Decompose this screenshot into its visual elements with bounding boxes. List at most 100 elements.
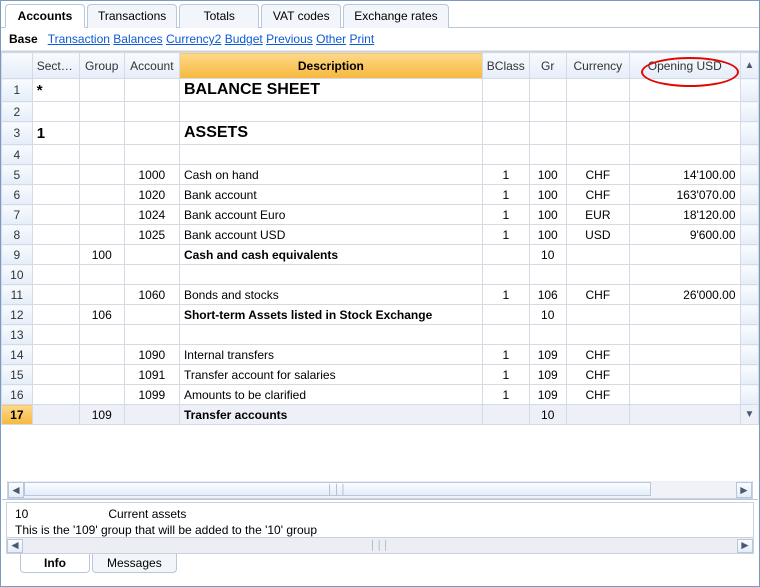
header-group[interactable]: Group [79,53,124,79]
cell-gr[interactable]: 100 [529,225,566,245]
row-number[interactable]: 17 [2,405,33,425]
cell-description[interactable]: Transfer account for salaries [179,365,482,385]
cell-section[interactable] [32,145,79,165]
cell-group[interactable] [79,365,124,385]
cell-gr[interactable] [529,325,566,345]
cell-currency[interactable] [566,245,629,265]
cell-description[interactable]: Amounts to be clarified [179,385,482,405]
cell-description[interactable]: Bank account [179,185,482,205]
cell-opening[interactable]: 14'100.00 [630,165,740,185]
vscroll-gutter[interactable] [740,245,758,265]
row-number[interactable]: 9 [2,245,33,265]
cell-bclass[interactable] [482,305,529,325]
cell-section[interactable] [32,185,79,205]
cell-opening[interactable]: 163'070.00 [630,185,740,205]
table-row[interactable]: 161099Amounts to be clarified1109CHF [2,385,759,405]
hscroll-left-arrow[interactable]: ◄ [8,482,24,498]
cell-gr[interactable]: 109 [529,365,566,385]
cell-account[interactable] [124,405,179,425]
table-row[interactable]: 13 [2,325,759,345]
vscroll-down[interactable]: ▼ [740,405,758,425]
submenu-print[interactable]: Print [349,32,374,46]
cell-section[interactable] [32,345,79,365]
vscroll-gutter[interactable] [740,225,758,245]
cell-currency[interactable]: CHF [566,345,629,365]
cell-bclass[interactable] [482,405,529,425]
cell-section[interactable] [32,165,79,185]
cell-currency[interactable] [566,145,629,165]
cell-description[interactable] [179,325,482,345]
cell-account[interactable]: 1020 [124,185,179,205]
table-row[interactable]: 71024Bank account Euro1100EUR18'120.00 [2,205,759,225]
cell-description[interactable] [179,102,482,122]
cell-group[interactable]: 100 [79,245,124,265]
cell-opening[interactable] [630,245,740,265]
cell-opening[interactable] [630,345,740,365]
table-row[interactable]: 81025Bank account USD1100USD9'600.00 [2,225,759,245]
top-tab-vat-codes[interactable]: VAT codes [261,4,341,28]
cell-group[interactable] [79,79,124,102]
cell-currency[interactable]: CHF [566,365,629,385]
cell-currency[interactable] [566,122,629,145]
info-hscroll-track[interactable]: │││ [23,539,737,553]
row-number[interactable]: 14 [2,345,33,365]
cell-gr[interactable]: 10 [529,405,566,425]
header-bclass[interactable]: BClass [482,53,529,79]
row-number[interactable]: 11 [2,285,33,305]
cell-bclass[interactable]: 1 [482,285,529,305]
header-gr[interactable]: Gr [529,53,566,79]
cell-description[interactable] [179,265,482,285]
cell-currency[interactable] [566,79,629,102]
row-number[interactable]: 3 [2,122,33,145]
top-tab-accounts[interactable]: Accounts [5,4,85,28]
cell-group[interactable] [79,345,124,365]
cell-account[interactable]: 1091 [124,365,179,385]
grid-horizontal-scrollbar[interactable]: ◄ │││ ► [7,481,753,499]
cell-description[interactable]: Cash and cash equivalents [179,245,482,265]
vscroll-gutter[interactable] [740,345,758,365]
cell-section[interactable] [32,305,79,325]
cell-gr[interactable] [529,122,566,145]
header-rownum[interactable] [2,53,33,79]
table-row[interactable]: 111060Bonds and stocks1106CHF26'000.00 [2,285,759,305]
cell-section[interactable] [32,325,79,345]
cell-section[interactable]: * [32,79,79,102]
vscroll-gutter[interactable] [740,305,758,325]
row-number[interactable]: 12 [2,305,33,325]
cell-group[interactable] [79,385,124,405]
cell-bclass[interactable] [482,245,529,265]
cell-account[interactable] [124,79,179,102]
cell-gr[interactable]: 100 [529,205,566,225]
vscroll-gutter[interactable] [740,385,758,405]
hscroll-track[interactable]: │││ [24,482,736,498]
vscroll-gutter[interactable] [740,325,758,345]
vscroll-gutter[interactable] [740,145,758,165]
cell-section[interactable] [32,205,79,225]
cell-bclass[interactable]: 1 [482,345,529,365]
top-tab-transactions[interactable]: Transactions [87,4,177,28]
cell-bclass[interactable] [482,145,529,165]
cell-group[interactable] [79,205,124,225]
table-row[interactable]: 151091Transfer account for salaries1109C… [2,365,759,385]
cell-group[interactable]: 109 [79,405,124,425]
table-row[interactable]: 1*BALANCE SHEET [2,79,759,102]
table-row[interactable]: 4 [2,145,759,165]
cell-bclass[interactable] [482,79,529,102]
row-number[interactable]: 13 [2,325,33,345]
cell-group[interactable] [79,225,124,245]
cell-currency[interactable]: CHF [566,165,629,185]
cell-account[interactable]: 1025 [124,225,179,245]
cell-currency[interactable]: CHF [566,185,629,205]
cell-currency[interactable] [566,265,629,285]
vscroll-gutter[interactable] [740,205,758,225]
cell-description[interactable]: Short-term Assets listed in Stock Exchan… [179,305,482,325]
header-opening-usd[interactable]: Opening USD [630,53,740,79]
cell-gr[interactable]: 100 [529,185,566,205]
submenu-previous[interactable]: Previous [266,32,313,46]
cell-gr[interactable]: 109 [529,385,566,405]
cell-group[interactable] [79,325,124,345]
row-number[interactable]: 16 [2,385,33,405]
cell-opening[interactable] [630,405,740,425]
cell-opening[interactable] [630,79,740,102]
cell-group[interactable] [79,285,124,305]
